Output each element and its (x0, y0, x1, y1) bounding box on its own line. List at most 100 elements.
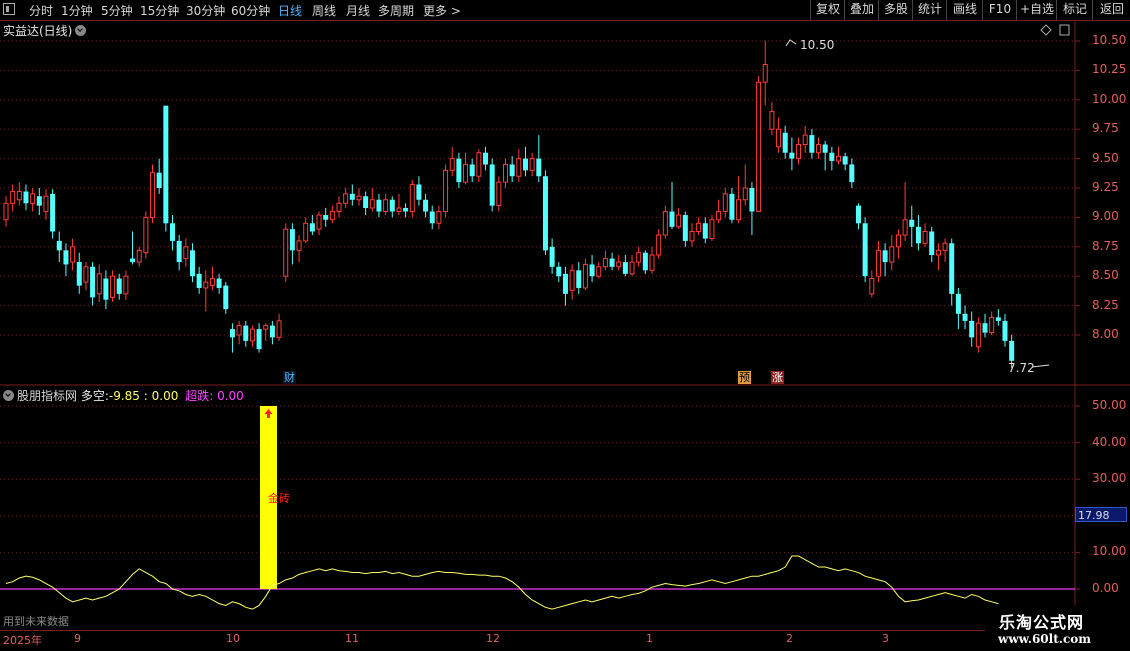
candle-body (316, 214, 322, 230)
candle-body (676, 214, 682, 228)
low-price-label: 7.72 (1008, 361, 1035, 375)
period-tab-monthly[interactable]: 月线 (346, 2, 370, 19)
candle-body (469, 164, 475, 177)
candle-body (982, 323, 988, 333)
candle-body (3, 202, 9, 221)
period-tab-multi[interactable]: 多周期 (378, 2, 414, 19)
candle-body (23, 191, 29, 204)
chevron-down-icon[interactable] (3, 390, 14, 401)
overlay-button[interactable]: 叠加 (844, 0, 879, 20)
price-tick-label: 8.00 (1092, 327, 1119, 341)
high-marker (785, 39, 797, 47)
candle-body (496, 181, 502, 207)
candle-body (236, 325, 242, 336)
chaodie-label: 超跌: (185, 389, 214, 403)
candle-body (922, 231, 928, 244)
candle-body (43, 195, 49, 213)
candle-body (483, 152, 489, 165)
price-tick-label: 8.25 (1092, 297, 1119, 312)
candle-body (429, 211, 435, 224)
indicator-tick-label: 10.00 (1092, 544, 1127, 559)
period-tab-daily[interactable]: 日线 (278, 2, 302, 19)
period-tab-more[interactable]: 更多 > (423, 2, 461, 19)
candle-body (176, 240, 182, 263)
price-panel-title: 实益达(日线) (3, 22, 87, 39)
candle-body (949, 243, 955, 294)
candle-body (629, 261, 635, 275)
time-label-11: 11 (345, 632, 359, 645)
candle-body (323, 215, 329, 220)
candle-body (443, 169, 449, 213)
candle-body (749, 188, 755, 212)
duokong-value: -9.85 (108, 389, 140, 403)
candle-body (189, 250, 195, 277)
candle-body (556, 266, 562, 277)
candle-body (816, 143, 822, 154)
period-tab-60min[interactable]: 60分钟 (231, 2, 270, 19)
candle-body (423, 199, 429, 212)
candle-body (329, 211, 335, 221)
stats-button[interactable]: 统计 (912, 0, 947, 20)
fuquan-button[interactable]: 复权 (810, 0, 845, 20)
candle-body (263, 325, 269, 330)
chevron-down-icon[interactable] (75, 25, 87, 36)
time-label-9: 9 (74, 632, 81, 645)
period-toolbar: 分时 1分钟 5分钟 15分钟 30分钟 60分钟 日线 周线 月线 多周期 更… (0, 0, 1130, 21)
high-price-label: 10.50 (800, 38, 835, 52)
draw-line-button[interactable]: 画线 (946, 0, 983, 20)
candle-body (116, 278, 122, 294)
candle-body (549, 246, 555, 267)
candle-body (289, 229, 295, 251)
event-tag-zhangting[interactable]: 涨 (771, 371, 784, 384)
price-tick-label: 10.50 (1092, 33, 1127, 47)
candle-body (862, 223, 868, 277)
mark-button[interactable]: 标记 (1056, 0, 1093, 20)
period-tab-weekly[interactable]: 周线 (312, 2, 336, 19)
diamond-icon[interactable] (1040, 24, 1052, 36)
time-axis: 2025年 9 10 11 12 1 2 3 (0, 630, 1075, 651)
period-tab-15min[interactable]: 15分钟 (140, 2, 179, 19)
chaodie-value: 0.00 (217, 389, 244, 403)
menu-icon[interactable] (3, 3, 15, 15)
candle-body (223, 285, 229, 310)
candle-body (436, 211, 442, 224)
candle-body (183, 246, 189, 260)
future-data-note: 用到未来数据 (3, 615, 69, 628)
candle-body (762, 64, 768, 83)
price-tick-label: 9.25 (1092, 180, 1119, 194)
indicator-tick-label: 40.00 (1092, 434, 1127, 449)
back-button[interactable]: 返回 (1092, 0, 1130, 20)
add-watchlist-button[interactable]: +自选 (1016, 0, 1057, 20)
time-label-12: 12 (486, 632, 500, 645)
period-tab-5min[interactable]: 5分钟 (101, 2, 133, 19)
time-label-10: 10 (226, 632, 240, 645)
event-tag-caibao[interactable]: 财 (283, 371, 296, 384)
event-tag-yugao[interactable]: 预 (738, 371, 751, 384)
window-icon[interactable] (1059, 24, 1070, 36)
candle-body (30, 193, 36, 204)
kline-chart (0, 20, 1130, 630)
candle-body (369, 199, 375, 209)
period-tab-30min[interactable]: 30分钟 (186, 2, 225, 19)
candle-body (489, 164, 495, 206)
period-tab-1min[interactable]: 1分钟 (61, 2, 93, 19)
candle-body (596, 266, 602, 277)
candle-body (882, 250, 888, 263)
signal-label: 金砖 (268, 492, 290, 505)
candle-body (10, 191, 16, 204)
indicator-tick-label: 50.00 (1092, 398, 1127, 412)
candle-body (855, 205, 861, 224)
candle-body (636, 252, 642, 263)
watermark-title: 乐淘公式网 (999, 613, 1085, 632)
candle-body (303, 222, 309, 242)
period-tab-fenshi[interactable]: 分时 (29, 2, 53, 19)
candle-body (416, 184, 422, 200)
f10-button[interactable]: F10 (982, 0, 1017, 20)
multi-stock-button[interactable]: 多股 (878, 0, 913, 20)
candle-body (909, 219, 915, 227)
arrow-up-icon (264, 409, 273, 418)
candle-body (969, 320, 975, 338)
candle-body (662, 211, 668, 236)
candle-body (356, 195, 362, 201)
candle-body (616, 261, 622, 268)
